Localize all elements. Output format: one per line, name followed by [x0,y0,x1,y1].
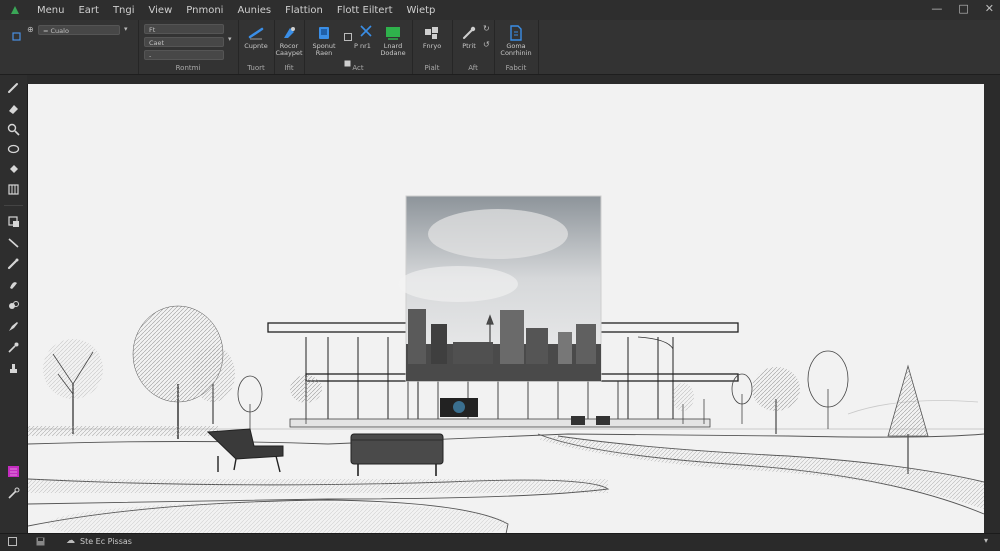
refresh-icon[interactable]: ↻ [483,24,490,33]
menu-item-7[interactable]: Flott Eiltert [330,5,400,16]
ribbon-group-tuort: Cupnte Tuort [238,20,275,74]
document-icon [510,25,522,41]
ribbon-group-0: ⊕ = Cualo ▾ [0,20,139,74]
status-text: Ste Ec Pissas [80,537,132,546]
goma-conrhinin-button[interactable]: Goma Conrhinin [498,25,534,57]
menu-item-6[interactable]: Flattion [278,5,330,16]
eraser-icon[interactable] [5,100,22,117]
rotate-icon[interactable]: ↺ [483,40,490,49]
ribbon-group-aft: Ptrit ↻ ↺ Aft [452,20,495,74]
option-select[interactable]: - [144,50,224,60]
ribbon: ⊕ = Cualo ▾ Ft Caet - ▾ Rontmi Cupnte Tu… [0,20,1000,75]
link-icon[interactable]: ⊕ [27,25,34,34]
ribbon-group-label: Act [352,64,364,72]
pen-icon[interactable] [5,318,22,335]
menu-item-3[interactable]: View [142,5,180,16]
pencil-icon[interactable] [5,79,22,96]
menu-item-0[interactable]: Menu [30,5,71,16]
style-select[interactable]: Caet [144,37,224,47]
cupnte-button[interactable]: Cupnte [241,25,271,50]
color-picker-icon [284,27,295,38]
font-size-select[interactable]: Ft [144,24,224,34]
menu-item-4[interactable]: Pnmoni [179,5,230,16]
fill-icon [386,27,400,40]
rocor-caaypet-label: Rocor Caaypet [275,42,303,57]
grid-icon[interactable] [344,26,352,45]
magnify-icon[interactable] [5,121,22,138]
grass [28,426,218,436]
clone-icon[interactable] [5,297,22,314]
ribbon-group-label: Ifit [284,64,294,72]
menu-item-1[interactable]: Eart [71,5,105,16]
pen-stroke-icon [248,27,264,40]
menu-item-2[interactable]: Tngi [106,5,142,16]
lnard-dodane-label: Lnard Dodane [380,42,406,57]
chevron-down-icon[interactable]: ▾ [124,25,128,33]
ruler-strip [27,75,984,84]
menu-bar: Menu Eart Tngi View Pnmoni Aunies Flatti… [0,0,1000,20]
status-save-icon[interactable] [36,537,45,548]
sponut-raen-label: Sponut Raen [312,42,336,57]
color-swatch-icon[interactable] [5,463,22,480]
maximize-icon[interactable]: □ [958,2,968,15]
shapes-icon [425,27,438,39]
doc-icon[interactable] [12,26,21,45]
ribbon-group-label: Pialt [424,64,440,72]
tool-divider [4,205,23,206]
sponut-raen-button[interactable]: Sponut Raen [308,25,340,57]
goma-conrhinin-label: Goma Conrhinin [500,42,532,57]
minimize-icon[interactable]: — [931,2,942,15]
status-expand-icon[interactable]: ▾ [984,536,988,545]
ptrit-label: Ptrit [462,42,476,50]
status-layer-icon[interactable]: ☁ [66,536,75,546]
app-logo-icon[interactable] [8,3,22,17]
bucket-icon[interactable] [5,161,22,178]
line-icon[interactable] [5,234,22,251]
cupnte-label: Cupnte [244,42,268,50]
window-controls: — □ ✕ [931,2,994,15]
brush-icon[interactable] [5,255,22,272]
ribbon-group-pialt: Fnryo Pialt [412,20,453,74]
ruler-icon[interactable] [5,181,22,198]
crop-icon[interactable] [359,23,373,42]
ribbon-group-label: Tuort [247,64,265,72]
status-bar: ☁ Ste Ec Pissas ▾ [0,533,1000,551]
expand-icon[interactable]: ▾ [228,35,232,43]
fnryo-button[interactable]: Fnryo [416,25,448,50]
settings-pen-icon[interactable] [5,485,22,502]
ribbon-group-label: Fabcit [505,64,527,72]
smudge-icon[interactable] [5,276,22,293]
eyedropper-tool-icon[interactable] [5,339,22,356]
rocor-caaypet-button[interactable]: Rocor Caaypet [275,25,303,57]
lnard-dodane-button[interactable]: Lnard Dodane [376,25,410,57]
eyedropper-icon [463,26,476,39]
canvas-viewport[interactable] [28,84,984,534]
fnryo-label: Fnryo [422,42,442,50]
ribbon-group-label: Aft [468,64,478,72]
lasso-icon[interactable] [5,141,22,158]
right-scroll-panel[interactable] [984,75,1000,533]
ptrit-button[interactable]: Ptrit [456,25,482,50]
architectural-sketch [28,84,984,534]
ribbon-group-act: Sponut Raen P nr1 Lnard Dodane Act [304,20,413,74]
layer-select[interactable]: = Cualo [38,25,120,35]
status-grid-icon[interactable] [8,537,17,548]
close-icon[interactable]: ✕ [985,2,994,15]
ribbon-group-label: Rontmi [175,64,201,72]
transform-icon[interactable] [5,213,22,230]
layers-icon [319,27,329,39]
ribbon-group-ifit: Rocor Caaypet Ifit [274,20,305,74]
menu-item-8[interactable]: Wietp [400,5,443,16]
stamp-icon[interactable] [5,360,22,377]
photo-layer [398,195,602,382]
ribbon-group-fabcit: Goma Conrhinin Fabcit [494,20,539,74]
p-nr1-label[interactable]: P nr1 [354,42,371,50]
ribbon-group-rontmi: Ft Caet - ▾ Rontmi [138,20,239,74]
tool-panel [0,75,28,533]
menu-item-5[interactable]: Aunies [230,5,278,16]
